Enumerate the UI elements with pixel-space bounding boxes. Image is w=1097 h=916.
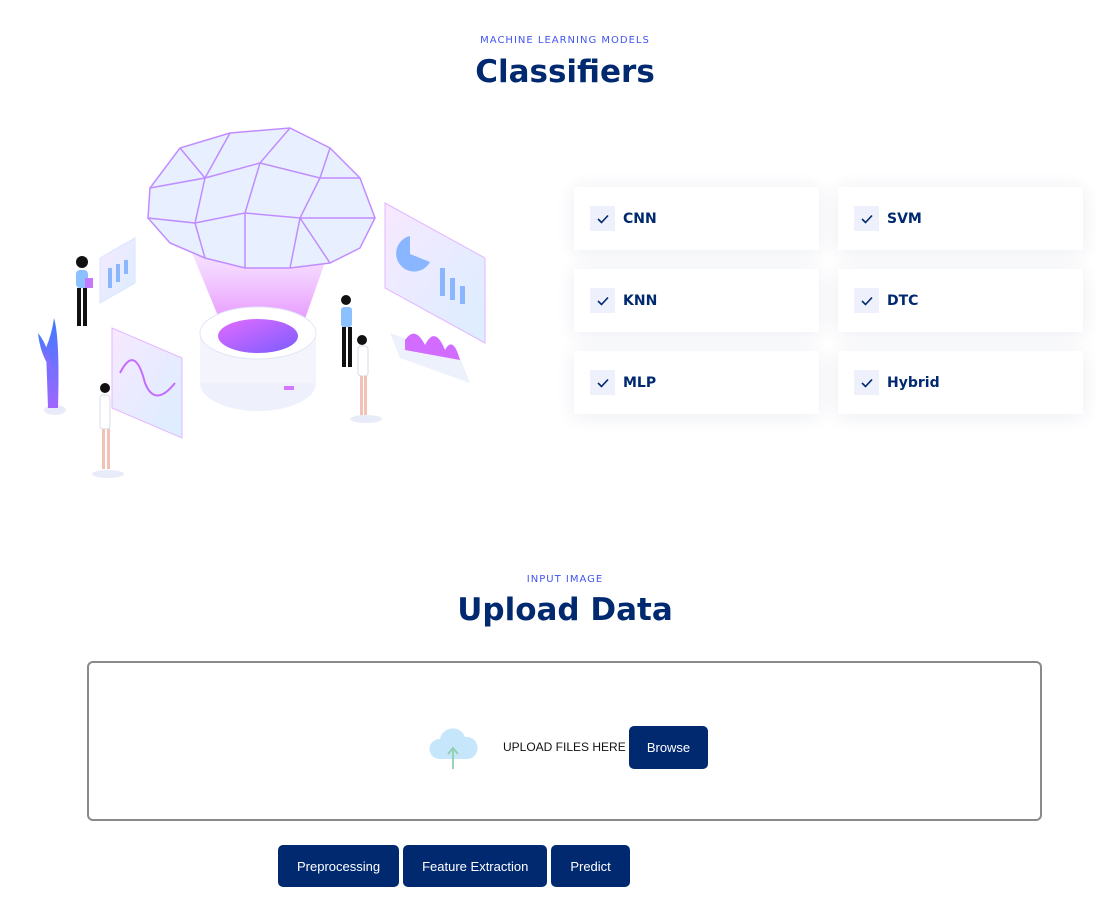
classifier-card-mlp[interactable]: MLP bbox=[574, 351, 819, 414]
classifier-card-hybrid[interactable]: Hybrid bbox=[838, 351, 1083, 414]
classifier-label: KNN bbox=[623, 292, 658, 309]
classifier-card-cnn[interactable]: CNN bbox=[574, 187, 819, 250]
feature-extraction-button[interactable]: Feature Extraction bbox=[403, 845, 548, 887]
upload-dropzone[interactable]: UPLOAD FILES HERE Browse bbox=[87, 661, 1042, 821]
classifier-grid: CNN SVM KNN DTC MLP Hybrid bbox=[574, 187, 1083, 414]
upload-eyebrow: INPUT IMAGE bbox=[526, 574, 604, 585]
check-icon[interactable] bbox=[590, 206, 615, 231]
person-figure-3 bbox=[341, 295, 382, 423]
classifiers-eyebrow: MACHINE LEARNING MODELS bbox=[480, 35, 650, 46]
classifier-card-knn[interactable]: KNN bbox=[574, 269, 819, 332]
upload-title: Upload Data bbox=[457, 592, 673, 628]
classifier-label: MLP bbox=[623, 374, 657, 391]
person-figure-1 bbox=[76, 256, 93, 326]
cloud-upload-icon bbox=[429, 728, 478, 769]
preprocessing-button[interactable]: Preprocessing bbox=[278, 845, 400, 887]
classifier-label: Hybrid bbox=[887, 374, 940, 391]
classifier-card-dtc[interactable]: DTC bbox=[838, 269, 1083, 332]
action-buttons: Preprocessing Feature Extraction Predict bbox=[278, 845, 630, 887]
check-icon[interactable] bbox=[854, 370, 879, 395]
check-icon[interactable] bbox=[590, 288, 615, 313]
classifier-card-svm[interactable]: SVM bbox=[838, 187, 1083, 250]
upload-prompt: UPLOAD FILES HERE bbox=[503, 740, 626, 754]
brain-ai-illustration bbox=[38, 127, 486, 478]
check-icon[interactable] bbox=[854, 288, 879, 313]
check-icon[interactable] bbox=[590, 370, 615, 395]
classifier-label: SVM bbox=[887, 210, 922, 227]
classifier-label: CNN bbox=[623, 210, 657, 227]
check-icon[interactable] bbox=[854, 206, 879, 231]
predict-button[interactable]: Predict bbox=[551, 845, 630, 887]
browse-button[interactable]: Browse bbox=[629, 726, 708, 769]
classifiers-title: Classifiers bbox=[475, 54, 655, 90]
classifier-label: DTC bbox=[887, 292, 919, 309]
page: MACHINE LEARNING MODELS Classifiers CNN … bbox=[0, 0, 1097, 916]
